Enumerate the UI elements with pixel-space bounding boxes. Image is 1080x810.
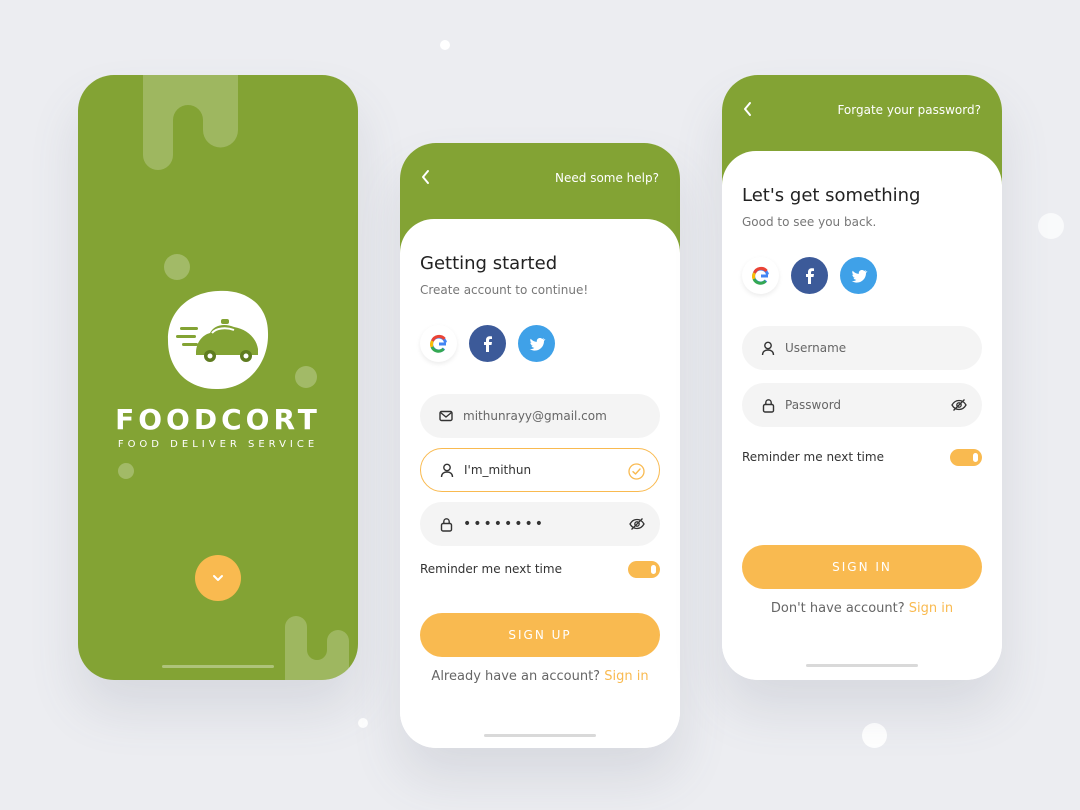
signup-screen: Need some help? Getting started Create a… bbox=[400, 143, 680, 748]
eye-off-icon[interactable] bbox=[950, 396, 968, 414]
signin-screen: Forgate your password? Let's get somethi… bbox=[722, 75, 1002, 680]
chevron-left-icon bbox=[422, 170, 429, 184]
eye-off-icon[interactable] bbox=[628, 515, 646, 533]
signin-prompt: Already have an account? Sign in bbox=[400, 669, 680, 684]
mail-icon bbox=[438, 408, 454, 424]
remember-label: Reminder me next time bbox=[742, 450, 884, 464]
google-login-button[interactable] bbox=[420, 325, 457, 362]
remember-toggle[interactable] bbox=[628, 561, 660, 578]
form-card: Let's get something Good to see you back… bbox=[722, 151, 1002, 680]
signin-prompt-text: Already have an account? bbox=[431, 669, 601, 684]
page-subtitle: Good to see you back. bbox=[742, 215, 877, 229]
home-indicator bbox=[484, 734, 596, 737]
password-placeholder: Password bbox=[785, 398, 842, 412]
brand-logo bbox=[166, 289, 270, 391]
twitter-login-button[interactable] bbox=[840, 257, 877, 294]
lock-icon bbox=[760, 397, 776, 413]
google-icon bbox=[751, 266, 769, 285]
username-placeholder: Username bbox=[785, 341, 847, 355]
facebook-icon bbox=[483, 335, 492, 352]
email-field[interactable]: mithunrayy@gmail.com bbox=[420, 394, 660, 438]
google-icon bbox=[429, 334, 447, 353]
decorative-dot bbox=[358, 718, 368, 728]
signup-prompt-text: Don't have account? bbox=[770, 601, 905, 616]
decorative-dot bbox=[1038, 213, 1064, 239]
signup-prompt: Don't have account? Sign in bbox=[722, 601, 1002, 616]
remember-label: Reminder me next time bbox=[420, 562, 562, 576]
facebook-icon bbox=[805, 267, 814, 284]
chevron-left-icon bbox=[744, 102, 751, 116]
password-field[interactable]: Password bbox=[742, 383, 982, 427]
twitter-icon bbox=[851, 269, 867, 283]
forgot-password-link[interactable]: Forgate your password? bbox=[837, 103, 981, 117]
user-icon bbox=[439, 462, 455, 478]
brand-name: FOODCORT bbox=[115, 403, 321, 436]
username-field[interactable]: Username bbox=[742, 326, 982, 370]
chevron-down-icon bbox=[213, 575, 223, 581]
next-button[interactable] bbox=[195, 555, 241, 601]
home-indicator bbox=[806, 664, 918, 667]
decorative-dot bbox=[440, 40, 450, 50]
signup-button[interactable]: SIGN UP bbox=[420, 613, 660, 657]
google-login-button[interactable] bbox=[742, 257, 779, 294]
email-value: mithunrayy@gmail.com bbox=[463, 409, 607, 423]
signup-link[interactable]: Sign in bbox=[909, 601, 953, 616]
password-field[interactable]: •••••••• bbox=[420, 502, 660, 546]
twitter-login-button[interactable] bbox=[518, 325, 555, 362]
username-field[interactable]: I'm_mithun bbox=[420, 448, 660, 492]
username-value: I'm_mithun bbox=[464, 463, 532, 477]
form-card: Getting started Create account to contin… bbox=[400, 219, 680, 748]
brand-tagline: FOOD DELIVER SERVICE bbox=[117, 439, 319, 450]
back-button[interactable] bbox=[420, 169, 432, 189]
splash-screen: FOODCORT FOOD DELIVER SERVICE bbox=[78, 75, 358, 680]
check-icon bbox=[627, 462, 645, 480]
lock-icon bbox=[438, 516, 454, 532]
facebook-login-button[interactable] bbox=[791, 257, 828, 294]
remember-toggle[interactable] bbox=[950, 449, 982, 466]
signin-link[interactable]: Sign in bbox=[604, 669, 648, 684]
back-button[interactable] bbox=[742, 101, 754, 121]
signin-button[interactable]: SIGN IN bbox=[742, 545, 982, 589]
page-title: Let's get something bbox=[742, 185, 921, 206]
help-link[interactable]: Need some help? bbox=[555, 171, 659, 185]
user-icon bbox=[760, 340, 776, 356]
food-delivery-car-icon bbox=[167, 290, 269, 390]
home-indicator bbox=[162, 665, 274, 668]
page-title: Getting started bbox=[420, 253, 558, 274]
twitter-icon bbox=[529, 337, 545, 351]
page-subtitle: Create account to continue! bbox=[420, 283, 589, 297]
facebook-login-button[interactable] bbox=[469, 325, 506, 362]
decorative-dot bbox=[862, 723, 887, 748]
password-value: •••••••• bbox=[463, 516, 546, 532]
